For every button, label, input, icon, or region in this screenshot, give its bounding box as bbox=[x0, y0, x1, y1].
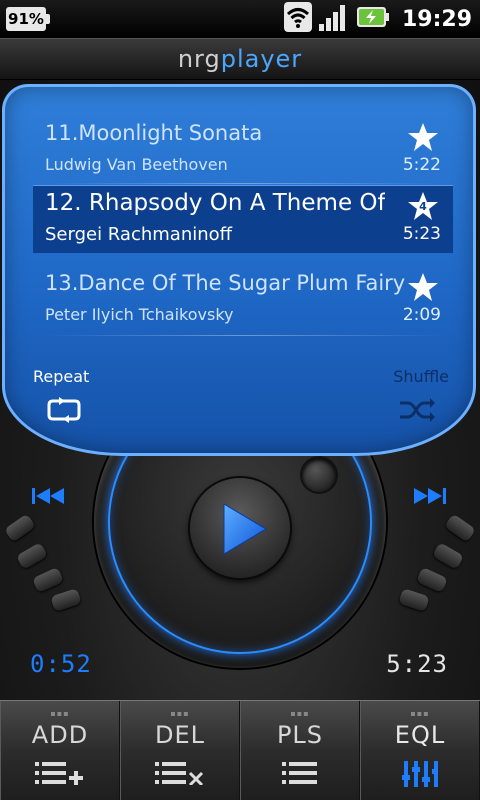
track-row[interactable]: 11.Moonlight Sonata Ludwig Van Beethoven… bbox=[33, 117, 453, 185]
app-logo: nrgplayer bbox=[0, 39, 480, 79]
star-rating: 4 bbox=[419, 200, 427, 213]
playlist-screen: 11.Moonlight Sonata Ludwig Van Beethoven… bbox=[2, 84, 476, 456]
clock: 19:29 bbox=[401, 6, 472, 32]
list-add-icon bbox=[35, 761, 85, 789]
track-duration: 5:22 bbox=[402, 155, 441, 175]
previous-track-icon[interactable] bbox=[32, 486, 72, 508]
repeat-icon[interactable] bbox=[45, 397, 83, 423]
track-artist: Peter Ilyich Tchaikovsky bbox=[45, 305, 234, 324]
playlist-button[interactable]: ▪▪▪ PLS bbox=[240, 701, 360, 800]
battery-percent: 91% bbox=[6, 7, 50, 31]
equalizer-label: EQL bbox=[394, 721, 446, 749]
app-title-bar: nrgplayer bbox=[0, 38, 480, 80]
jog-dial-knob[interactable] bbox=[302, 458, 336, 492]
brand-part-1: nrg bbox=[177, 45, 221, 73]
elapsed-time: 0:52 bbox=[30, 650, 92, 678]
next-track-icon[interactable] bbox=[412, 486, 452, 508]
delete-button[interactable]: ▪▪▪ DEL bbox=[120, 701, 240, 800]
track-row-active[interactable]: 12. Rhapsody On A Theme Of Sergei Rachma… bbox=[33, 185, 453, 253]
play-icon bbox=[223, 503, 267, 555]
track-title: 11.Moonlight Sonata bbox=[45, 121, 263, 145]
shuffle-label: Shuffle bbox=[393, 367, 449, 386]
delete-label: DEL bbox=[154, 721, 205, 749]
star-icon[interactable] bbox=[407, 121, 439, 153]
signal-icon bbox=[318, 2, 350, 36]
total-time: 5:23 bbox=[386, 650, 448, 678]
add-label: ADD bbox=[31, 721, 89, 749]
track-duration: 2:09 bbox=[402, 305, 441, 325]
battery-charging-icon bbox=[356, 5, 390, 33]
bottom-toolbar: ▪▪▪ ADD ▪▪▪ DEL ▪▪▪ PLS ▪▪▪ EQL bbox=[0, 700, 480, 800]
track-artist: Ludwig Van Beethoven bbox=[45, 155, 228, 174]
rated-star-icon[interactable]: 4 bbox=[407, 190, 439, 222]
brand-part-2: player bbox=[220, 45, 303, 73]
track-row[interactable]: 13.Dance Of The Sugar Plum Fairy Peter I… bbox=[33, 267, 453, 335]
status-bar: 91% 19:29 bbox=[0, 0, 480, 38]
shuffle-icon[interactable] bbox=[398, 397, 436, 423]
add-button[interactable]: ▪▪▪ ADD bbox=[0, 701, 120, 800]
play-button[interactable] bbox=[190, 478, 290, 578]
wifi-icon bbox=[283, 2, 312, 36]
repeat-label: Repeat bbox=[33, 367, 90, 386]
playlist-label: PLS bbox=[276, 721, 324, 749]
track-duration: 5:23 bbox=[402, 224, 441, 244]
track-title: 12. Rhapsody On A Theme Of bbox=[45, 190, 385, 216]
star-icon[interactable] bbox=[407, 271, 439, 303]
track-title: 13.Dance Of The Sugar Plum Fairy bbox=[45, 271, 405, 295]
playlist-icon bbox=[282, 761, 318, 789]
track-artist: Sergei Rachmaninoff bbox=[45, 224, 233, 245]
equalizer-button[interactable]: ▪▪▪ EQL bbox=[360, 701, 480, 800]
equalizer-icon bbox=[402, 761, 438, 791]
list-delete-icon bbox=[155, 761, 205, 789]
